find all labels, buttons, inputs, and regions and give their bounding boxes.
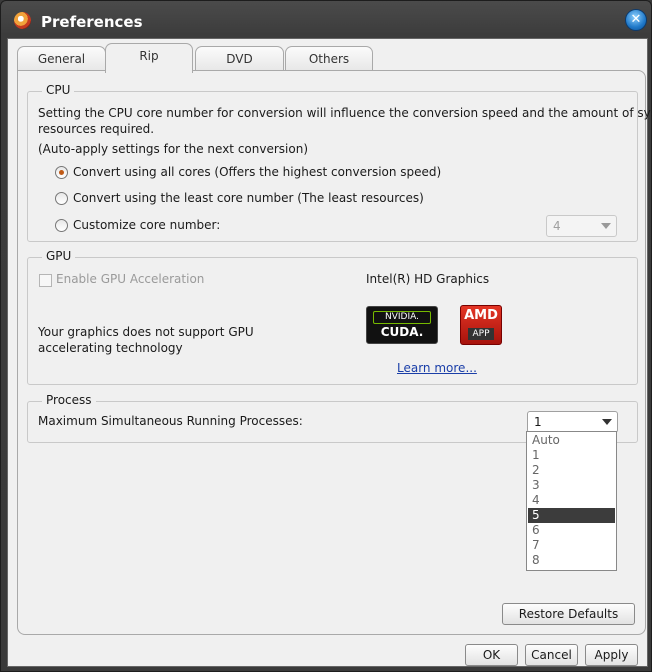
learn-more-link[interactable]: Learn more... (397, 361, 477, 375)
tab-general[interactable]: General (17, 46, 106, 71)
core-number-value: 4 (553, 219, 561, 233)
gpu-acceleration-label[interactable]: Enable GPU Acceleration (56, 272, 204, 286)
gpu-acceleration-checkbox[interactable] (39, 274, 52, 287)
dropdown-option-auto[interactable]: Auto (528, 433, 615, 448)
gpu-group-title: GPU (42, 249, 76, 263)
window-title: Preferences (41, 13, 143, 31)
graphics-device-name: Intel(R) HD Graphics (366, 272, 490, 286)
auto-apply-note: (Auto-apply settings for the next conver… (38, 142, 308, 156)
dropdown-option-8[interactable]: 8 (528, 553, 615, 568)
chevron-down-icon (602, 419, 612, 425)
max-processes-select[interactable]: 1 (527, 411, 618, 433)
tab-others[interactable]: Others (285, 46, 373, 71)
restore-defaults-button[interactable]: Restore Defaults (502, 603, 635, 625)
tab-rip[interactable]: Rip (105, 43, 193, 73)
app-logo-text: APP (468, 328, 494, 340)
process-group-title: Process (42, 393, 96, 407)
gpu-group: GPU Enable GPU Acceleration Intel(R) HD … (27, 249, 638, 385)
apply-button[interactable]: Apply (585, 644, 638, 666)
radio-least-cores-label[interactable]: Convert using the least core number (The… (73, 191, 424, 205)
cpu-group: CPU Setting the CPU core number for conv… (27, 83, 652, 242)
tab-dvd[interactable]: DVD (195, 46, 284, 71)
radio-custom-cores-label[interactable]: Customize core number: (73, 218, 220, 232)
dropdown-option-4[interactable]: 4 (528, 493, 615, 508)
dropdown-option-2[interactable]: 2 (528, 463, 615, 478)
close-button[interactable]: ✕ (625, 9, 647, 31)
cpu-description-line2: resources required. (38, 122, 155, 136)
radio-all-cores[interactable] (55, 166, 68, 179)
gpu-notice-line1: Your graphics does not support GPU (38, 325, 254, 339)
cpu-group-title: CPU (42, 83, 75, 97)
dropdown-option-5[interactable]: 5 (528, 508, 615, 523)
dropdown-option-6[interactable]: 6 (528, 523, 615, 538)
dialog-content: General Rip DVD Others CPU Setting the C… (7, 38, 652, 667)
amd-app-logo: AMD APP (460, 305, 502, 345)
gpu-notice-line2: accelerating technology (38, 341, 183, 355)
ok-button[interactable]: OK (465, 644, 518, 666)
radio-all-cores-label[interactable]: Convert using all cores (Offers the high… (73, 165, 441, 179)
cuda-logo-text: CUDA. (380, 325, 424, 339)
dropdown-option-1[interactable]: 1 (528, 448, 615, 463)
core-number-select[interactable]: 4 (546, 215, 617, 237)
app-icon (14, 12, 31, 29)
dropdown-option-3[interactable]: 3 (528, 478, 615, 493)
title-bar[interactable]: Preferences ✕ (1, 1, 651, 41)
cancel-button[interactable]: Cancel (525, 644, 578, 666)
radio-custom-cores[interactable] (55, 219, 68, 232)
max-processes-value: 1 (534, 415, 542, 429)
max-processes-dropdown[interactable]: Auto 1 2 3 4 5 6 7 8 (526, 431, 617, 571)
dropdown-option-7[interactable]: 7 (528, 538, 615, 553)
max-processes-label: Maximum Simultaneous Running Processes: (38, 414, 303, 428)
cpu-description-line1: Setting the CPU core number for conversi… (38, 106, 652, 120)
close-icon: ✕ (630, 12, 642, 27)
radio-least-cores[interactable] (55, 192, 68, 205)
nvidia-cuda-logo: NVIDIA. CUDA. (366, 306, 438, 344)
nvidia-logo-text: NVIDIA. (373, 311, 431, 324)
amd-logo-text: AMD (464, 308, 498, 323)
chevron-down-icon (601, 223, 611, 229)
preferences-window: Preferences ✕ General Rip DVD Others CPU… (0, 0, 652, 672)
